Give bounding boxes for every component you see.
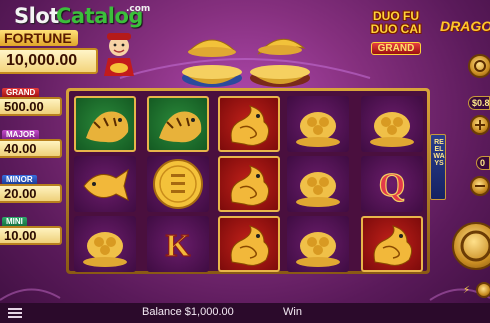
letter-k-icon: K (165, 226, 191, 263)
symbol-dragon (218, 156, 280, 212)
logo-grand-badge: GRAND (370, 42, 422, 55)
symbol-letter-q: Q (361, 156, 423, 212)
reel-grid: Q K (69, 91, 427, 272)
bet-decrease-button[interactable] (470, 176, 490, 196)
symbol-dragon (218, 96, 280, 152)
watermark-com-text: .com (126, 4, 151, 14)
minor-jackpot: MINOR 20.00 (0, 175, 66, 205)
grand-value-box: 500.00 (0, 97, 62, 116)
grand-jackpot: GRAND 500.00 (0, 88, 66, 118)
dragon-icon (230, 165, 270, 206)
mini-value: 10.00 (4, 228, 37, 243)
letter-k-glyph: K (166, 227, 191, 263)
turbo-bolt-icon[interactable]: ⚡ (463, 285, 470, 296)
fortune-value-box: 10,000.00 (0, 48, 98, 74)
counter-value: 0 (476, 156, 490, 170)
watermark-slot-text: Slot (14, 4, 59, 28)
treasure-bowls-icon (182, 38, 310, 87)
turtle-icon (83, 232, 127, 267)
spin-button[interactable] (452, 222, 490, 270)
symbol-tiger (147, 96, 209, 152)
balance-display: Balance $1,000.00 (142, 306, 234, 318)
settings-button[interactable] (468, 54, 490, 78)
logo-line-2: DUO CAI (370, 22, 422, 36)
fortune-value: 10,000.00 (6, 52, 78, 69)
dragon-logo-text: DRAGON (440, 18, 490, 34)
gold-coin-icon (153, 159, 203, 209)
minus-icon (475, 185, 485, 187)
koi-fish-icon (83, 168, 129, 201)
minor-value-box: 20.00 (0, 184, 62, 203)
reel-ways-label: REEL WAYS (430, 134, 446, 200)
tiger-icon (86, 111, 129, 143)
turtle-icon (296, 112, 340, 147)
symbol-turtle (74, 216, 136, 272)
grand-value: 500.00 (4, 99, 44, 114)
spin-icon (460, 230, 490, 262)
major-jackpot: MAJOR 40.00 (0, 130, 66, 160)
win-display: Win (283, 306, 302, 318)
symbol-koi-fish (74, 156, 136, 212)
footer-bar: Balance $1,000.00 Win (0, 303, 490, 323)
plus-icon (475, 120, 485, 130)
dragon-icon (373, 225, 413, 266)
turtle-icon (296, 232, 340, 267)
reel-frame: Q K (66, 88, 430, 274)
menu-icon[interactable] (8, 307, 24, 319)
mini-jackpot: MINI 10.00 (0, 217, 66, 247)
slotcatalog-watermark: Slot Catalog .com (0, 4, 160, 44)
symbol-turtle (287, 96, 349, 152)
letter-q-glyph: Q (379, 167, 405, 204)
duo-fu-duo-cai-logo: DUO FU DUO CAI GRAND (358, 10, 434, 66)
letter-q-icon: Q (378, 166, 406, 204)
gear-icon (474, 60, 486, 72)
symbol-tiger (74, 96, 136, 152)
bet-value: $0.88 (468, 96, 490, 110)
bet-increase-button[interactable] (470, 115, 490, 135)
reel-ways-text: REEL WAYS (433, 139, 445, 167)
symbol-turtle (287, 156, 349, 212)
turtle-icon (370, 112, 414, 147)
turtle-icon (296, 172, 340, 207)
symbol-turtle (287, 216, 349, 272)
autoplay-button[interactable] (476, 282, 490, 298)
symbol-letter-k: K (147, 216, 209, 272)
major-value-box: 40.00 (0, 139, 62, 158)
symbol-gold-coin (147, 156, 209, 212)
minor-value: 20.00 (4, 186, 37, 201)
dragon-icon (230, 225, 270, 266)
dragon-icon (230, 105, 270, 146)
tiger-icon (159, 111, 202, 143)
symbol-turtle (361, 96, 423, 152)
symbol-dragon (218, 216, 280, 272)
mini-value-box: 10.00 (0, 226, 62, 245)
major-value: 40.00 (4, 141, 37, 156)
symbol-dragon (361, 216, 423, 272)
